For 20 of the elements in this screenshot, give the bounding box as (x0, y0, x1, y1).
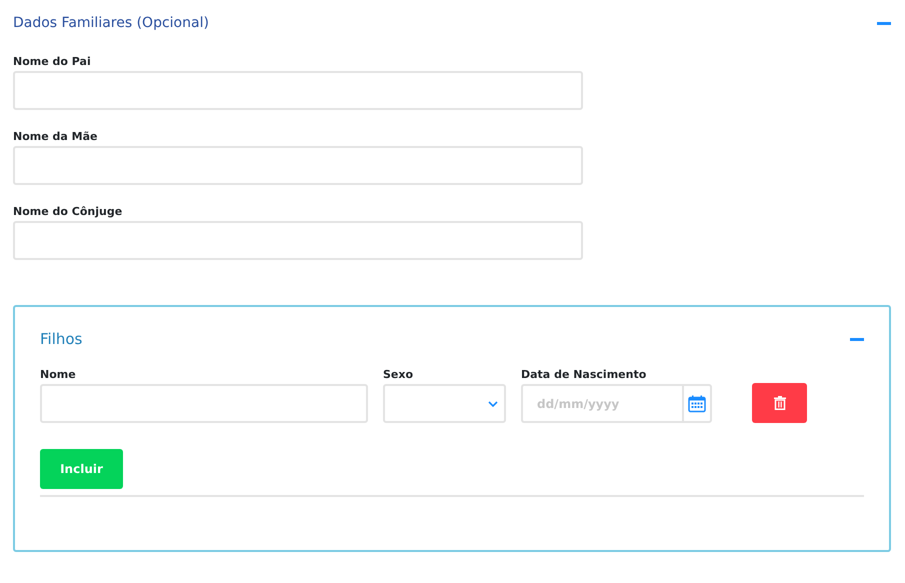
input-field[interactable] (40, 384, 368, 423)
add-button[interactable]: Incluir (40, 449, 123, 489)
section-title: Dados Familiares (Opcional) (13, 15, 209, 31)
field-label: Nome da Mãe (13, 130, 98, 143)
trash-icon (774, 396, 786, 410)
field-label: Sexo (383, 368, 414, 381)
field-label: Nome do Cônjuge (13, 205, 124, 218)
field-label: Nome (40, 368, 77, 381)
field-label: Data de Nascimento (521, 368, 648, 381)
input-field[interactable] (13, 71, 583, 110)
select-field[interactable] (383, 384, 506, 423)
input-field[interactable] (13, 146, 583, 185)
input-field[interactable] (13, 221, 583, 260)
date-field[interactable]: dd/mm/yyyy (521, 384, 682, 423)
delete-button[interactable] (752, 383, 807, 423)
calendar-icon (688, 394, 706, 412)
chevron-down-icon (488, 401, 498, 407)
panel-title: Filhos (40, 330, 82, 348)
calendar-button[interactable] (682, 384, 712, 423)
field-label: Nome do Pai (13, 55, 92, 68)
